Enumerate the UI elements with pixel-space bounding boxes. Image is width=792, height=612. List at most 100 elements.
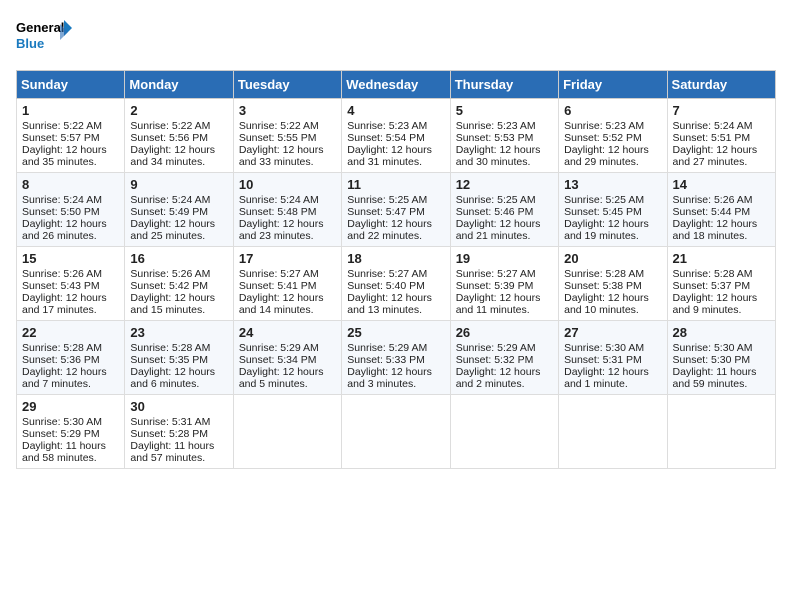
- daylight-label: Daylight: 12 hours and 26 minutes.: [22, 218, 107, 242]
- day-number: 13: [564, 177, 661, 192]
- sunrise-label: Sunrise: 5:23 AM: [564, 120, 644, 132]
- daylight-label: Daylight: 12 hours and 30 minutes.: [456, 144, 541, 168]
- sunrise-label: Sunrise: 5:30 AM: [22, 416, 102, 428]
- calendar-week-3: 15Sunrise: 5:26 AMSunset: 5:43 PMDayligh…: [17, 247, 776, 321]
- daylight-label: Daylight: 12 hours and 29 minutes.: [564, 144, 649, 168]
- day-cell-13: 13Sunrise: 5:25 AMSunset: 5:45 PMDayligh…: [559, 173, 667, 247]
- day-number: 22: [22, 325, 119, 340]
- sunset-label: Sunset: 5:30 PM: [673, 354, 751, 366]
- calendar-week-2: 8Sunrise: 5:24 AMSunset: 5:50 PMDaylight…: [17, 173, 776, 247]
- sunset-label: Sunset: 5:44 PM: [673, 206, 751, 218]
- day-number: 5: [456, 103, 553, 118]
- daylight-label: Daylight: 12 hours and 15 minutes.: [130, 292, 215, 316]
- sunset-label: Sunset: 5:45 PM: [564, 206, 642, 218]
- sunrise-label: Sunrise: 5:26 AM: [673, 194, 753, 206]
- sunrise-label: Sunrise: 5:26 AM: [22, 268, 102, 280]
- sunset-label: Sunset: 5:42 PM: [130, 280, 208, 292]
- sunset-label: Sunset: 5:41 PM: [239, 280, 317, 292]
- day-number: 17: [239, 251, 336, 266]
- day-cell-27: 27Sunrise: 5:30 AMSunset: 5:31 PMDayligh…: [559, 321, 667, 395]
- day-cell-21: 21Sunrise: 5:28 AMSunset: 5:37 PMDayligh…: [667, 247, 775, 321]
- day-number: 7: [673, 103, 770, 118]
- day-cell-7: 7Sunrise: 5:24 AMSunset: 5:51 PMDaylight…: [667, 99, 775, 173]
- sunrise-label: Sunrise: 5:28 AM: [22, 342, 102, 354]
- day-cell-4: 4Sunrise: 5:23 AMSunset: 5:54 PMDaylight…: [342, 99, 450, 173]
- day-cell-8: 8Sunrise: 5:24 AMSunset: 5:50 PMDaylight…: [17, 173, 125, 247]
- day-number: 15: [22, 251, 119, 266]
- day-cell-30: 30 Sunrise: 5:31 AMSunset: 5:28 PMDayligh…: [125, 395, 233, 469]
- day-cell-23: 23Sunrise: 5:28 AMSunset: 5:35 PMDayligh…: [125, 321, 233, 395]
- day-cell-28: 28 Sunrise: 5:30 AMSunset: 5:30 PMDayligh…: [667, 321, 775, 395]
- sunset-label: Sunset: 5:31 PM: [564, 354, 642, 366]
- daylight-label: Daylight: 11 hours and 59 minutes.: [673, 366, 757, 390]
- daylight-label: Daylight: 12 hours and 6 minutes.: [130, 366, 215, 390]
- sunrise-label: Sunrise: 5:24 AM: [239, 194, 319, 206]
- daylight-label: Daylight: 12 hours and 34 minutes.: [130, 144, 215, 168]
- day-number: 30: [130, 399, 227, 414]
- sunrise-label: Sunrise: 5:24 AM: [673, 120, 753, 132]
- day-number: 16: [130, 251, 227, 266]
- daylight-label: Daylight: 12 hours and 31 minutes.: [347, 144, 432, 168]
- day-number: 8: [22, 177, 119, 192]
- general-blue-logo: General Blue: [16, 16, 76, 60]
- column-header-saturday: Saturday: [667, 71, 775, 99]
- sunset-label: Sunset: 5:49 PM: [130, 206, 208, 218]
- sunrise-label: Sunrise: 5:31 AM: [130, 416, 210, 428]
- day-number: 6: [564, 103, 661, 118]
- day-cell-empty-4-3: [342, 395, 450, 469]
- sunset-label: Sunset: 5:43 PM: [22, 280, 100, 292]
- daylight-label: Daylight: 12 hours and 18 minutes.: [673, 218, 758, 242]
- day-number: 20: [564, 251, 661, 266]
- daylight-label: Daylight: 12 hours and 3 minutes.: [347, 366, 432, 390]
- sunrise-label: Sunrise: 5:25 AM: [456, 194, 536, 206]
- day-cell-24: 24Sunrise: 5:29 AMSunset: 5:34 PMDayligh…: [233, 321, 341, 395]
- sunset-label: Sunset: 5:35 PM: [130, 354, 208, 366]
- sunset-label: Sunset: 5:32 PM: [456, 354, 534, 366]
- day-number: 28: [673, 325, 770, 340]
- daylight-label: Daylight: 12 hours and 11 minutes.: [456, 292, 541, 316]
- sunset-label: Sunset: 5:39 PM: [456, 280, 534, 292]
- day-cell-29: 29Sunrise: 5:30 AMSunset: 5:29 PMDayligh…: [17, 395, 125, 469]
- day-number: 10: [239, 177, 336, 192]
- day-number: 2: [130, 103, 227, 118]
- day-number: 4: [347, 103, 444, 118]
- day-number: 11: [347, 177, 444, 192]
- day-number: 18: [347, 251, 444, 266]
- day-number: 29: [22, 399, 119, 414]
- daylight-label: Daylight: 11 hours and 58 minutes.: [22, 440, 106, 464]
- day-cell-16: 16 Sunrise: 5:26 AMSunset: 5:42 PMDayligh…: [125, 247, 233, 321]
- sunrise-label: Sunrise: 5:26 AM: [130, 268, 210, 280]
- sunset-label: Sunset: 5:50 PM: [22, 206, 100, 218]
- daylight-label: Daylight: 12 hours and 19 minutes.: [564, 218, 649, 242]
- sunset-label: Sunset: 5:47 PM: [347, 206, 425, 218]
- day-number: 12: [456, 177, 553, 192]
- daylight-label: Daylight: 11 hours and 57 minutes.: [130, 440, 214, 464]
- sunrise-label: Sunrise: 5:28 AM: [130, 342, 210, 354]
- sunrise-label: Sunrise: 5:30 AM: [673, 342, 753, 354]
- day-cell-25: 25Sunrise: 5:29 AMSunset: 5:33 PMDayligh…: [342, 321, 450, 395]
- calendar-week-1: 1Sunrise: 5:22 AMSunset: 5:57 PMDaylight…: [17, 99, 776, 173]
- day-number: 21: [673, 251, 770, 266]
- sunset-label: Sunset: 5:36 PM: [22, 354, 100, 366]
- day-number: 9: [130, 177, 227, 192]
- daylight-label: Daylight: 12 hours and 33 minutes.: [239, 144, 324, 168]
- day-cell-1: 1Sunrise: 5:22 AMSunset: 5:57 PMDaylight…: [17, 99, 125, 173]
- sunrise-label: Sunrise: 5:28 AM: [673, 268, 753, 280]
- daylight-label: Daylight: 12 hours and 23 minutes.: [239, 218, 324, 242]
- day-cell-6: 6Sunrise: 5:23 AMSunset: 5:52 PMDaylight…: [559, 99, 667, 173]
- day-cell-26: 26Sunrise: 5:29 AMSunset: 5:32 PMDayligh…: [450, 321, 558, 395]
- daylight-label: Daylight: 12 hours and 21 minutes.: [456, 218, 541, 242]
- daylight-label: Daylight: 12 hours and 14 minutes.: [239, 292, 324, 316]
- column-header-friday: Friday: [559, 71, 667, 99]
- header-row: SundayMondayTuesdayWednesdayThursdayFrid…: [17, 71, 776, 99]
- sunset-label: Sunset: 5:28 PM: [130, 428, 208, 440]
- daylight-label: Daylight: 12 hours and 1 minute.: [564, 366, 649, 390]
- day-cell-empty-4-6: [667, 395, 775, 469]
- day-cell-9: 9Sunrise: 5:24 AMSunset: 5:49 PMDaylight…: [125, 173, 233, 247]
- sunset-label: Sunset: 5:34 PM: [239, 354, 317, 366]
- day-number: 1: [22, 103, 119, 118]
- column-header-monday: Monday: [125, 71, 233, 99]
- sunrise-label: Sunrise: 5:27 AM: [347, 268, 427, 280]
- day-cell-19: 19Sunrise: 5:27 AMSunset: 5:39 PMDayligh…: [450, 247, 558, 321]
- svg-text:Blue: Blue: [16, 36, 44, 51]
